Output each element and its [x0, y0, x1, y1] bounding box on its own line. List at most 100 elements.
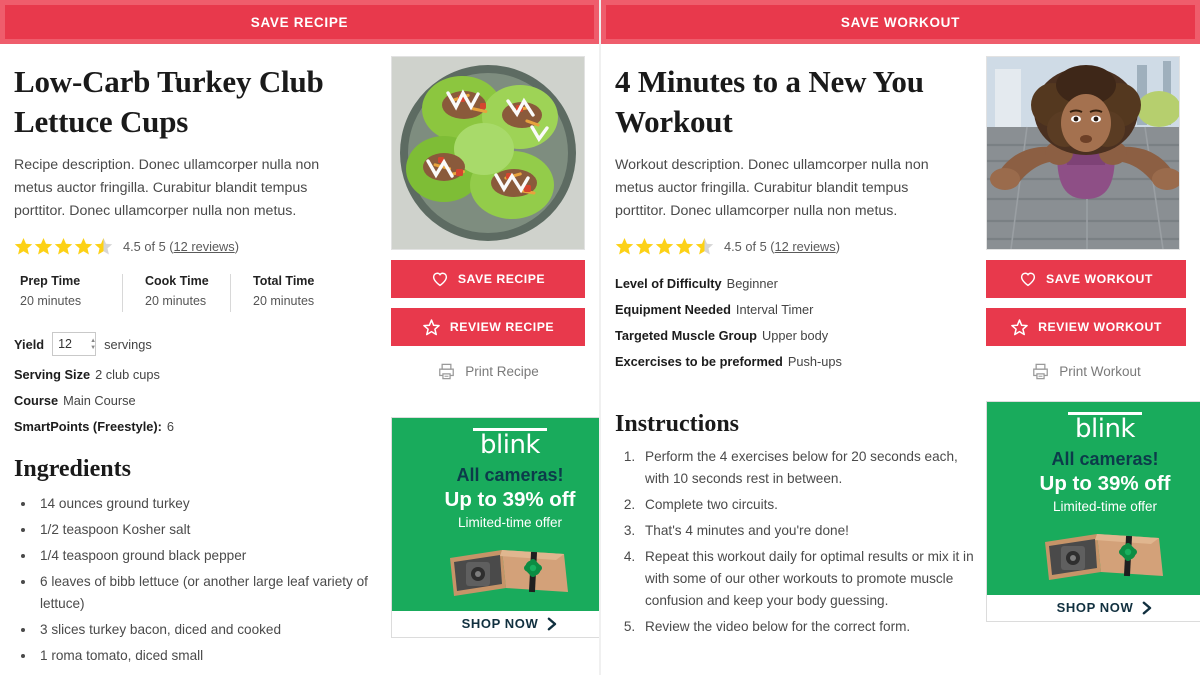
star-rating-icons	[615, 237, 714, 256]
paren-close: )	[234, 239, 239, 255]
prep-time-label: Prep Time	[20, 274, 81, 289]
total-time-value: 20 minutes	[253, 294, 315, 309]
muscle-group-value: Upper body	[761, 328, 829, 344]
ad-content: blink All cameras! Up to 39% off Limited…	[987, 402, 1200, 595]
course-label: Course	[14, 393, 59, 409]
review-recipe-button-label: REVIEW RECIPE	[449, 320, 555, 334]
ad-headline-2: Up to 39% off	[1039, 471, 1171, 495]
stepper-up-icon[interactable]: ▲	[90, 338, 96, 344]
save-recipe-top-bar-label: SAVE RECIPE	[250, 14, 349, 30]
rating-summary: 4.5 of 5 (12 reviews)	[724, 239, 840, 254]
recipe-body: Low-Carb Turkey Club Lettuce Cups Recipe…	[0, 44, 599, 675]
list-item: 2 tablespoons red onion, diced small	[36, 671, 385, 675]
star-rating-icons	[14, 237, 113, 256]
instructions-heading: Instructions	[615, 411, 740, 438]
blink-logo: blink	[473, 428, 547, 460]
course-value: Main Course	[63, 393, 136, 409]
total-time-cell: Total Time 20 minutes	[230, 274, 338, 313]
list-item: 1/2 teaspoon Kosher salt	[36, 519, 385, 541]
print-recipe-link[interactable]: Print Recipe	[391, 362, 585, 381]
smartpoints-label: SmartPoints (Freestyle):	[14, 419, 162, 435]
heart-icon	[1020, 272, 1036, 287]
blink-ad-banner[interactable]: blink All cameras! Up to 39% off Limited…	[391, 417, 599, 638]
chevron-right-icon	[1143, 601, 1152, 615]
cook-time-value: 20 minutes	[145, 294, 207, 309]
ad-shop-now-label: SHOP NOW	[461, 616, 539, 632]
star-icon	[635, 238, 654, 255]
recipe-times: Prep Time 20 minutes Cook Time 20 minute…	[14, 274, 385, 313]
ingredients-heading: Ingredients	[14, 456, 131, 483]
print-workout-link[interactable]: Print Workout	[986, 362, 1186, 381]
rating-summary: 4.5 of 5 (12 reviews)	[123, 239, 239, 254]
star-icon	[54, 238, 73, 255]
review-workout-button[interactable]: REVIEW WORKOUT	[986, 308, 1186, 346]
reviews-link[interactable]: 12 reviews	[775, 239, 836, 254]
workout-hero-image	[986, 56, 1180, 250]
workout-meta-list: Level of Difficulty Beginner Equipment Ne…	[615, 276, 980, 369]
blink-logo: blink	[1068, 412, 1142, 444]
course-row: Course Main Course	[14, 393, 385, 408]
serving-size-value: 2 club cups	[95, 367, 160, 383]
review-recipe-button[interactable]: REVIEW RECIPE	[391, 308, 585, 346]
equipment-value: Interval Timer	[735, 302, 814, 318]
review-workout-button-label: REVIEW WORKOUT	[1038, 320, 1162, 334]
ad-headline-2: Up to 39% off	[444, 487, 576, 511]
save-recipe-top-bar[interactable]: SAVE RECIPE	[0, 0, 599, 44]
printer-icon	[1033, 363, 1049, 380]
recipe-main-column: Low-Carb Turkey Club Lettuce Cups Recipe…	[14, 44, 385, 675]
list-item: Perform the 4 exercises below for 20 sec…	[639, 446, 980, 490]
star-icon	[34, 238, 53, 255]
ad-product-image	[444, 535, 576, 607]
star-icon	[655, 238, 674, 255]
workout-side-column: SAVE WORKOUT REVIEW WORKOUT Print Workou…	[980, 44, 1200, 642]
save-recipe-button[interactable]: SAVE RECIPE	[391, 260, 585, 298]
reviews-link[interactable]: 12 reviews	[174, 239, 235, 254]
star-icon	[14, 238, 33, 255]
ad-product-image	[1039, 519, 1171, 591]
stepper-down-icon[interactable]: ▼	[90, 345, 96, 351]
rating-value-text: 4.5 of 5	[724, 239, 767, 255]
blink-logo-text: blink	[1075, 414, 1136, 444]
blink-ad-banner[interactable]: blink All cameras! Up to 39% off Limited…	[986, 401, 1200, 622]
printer-icon	[439, 363, 455, 380]
print-recipe-label: Print Recipe	[465, 364, 539, 379]
prep-time-value: 20 minutes	[20, 294, 82, 309]
star-outline-icon	[1011, 318, 1028, 335]
yield-suffix: servings	[104, 336, 152, 352]
yield-stepper[interactable]: ▲ ▼	[90, 338, 96, 351]
dual-panel-screen: SAVE RECIPE Low-Carb Turkey Club Lettuce…	[0, 0, 1200, 675]
instructions-list: Perform the 4 exercises below for 20 sec…	[615, 446, 980, 638]
save-workout-button[interactable]: SAVE WORKOUT	[986, 260, 1186, 298]
star-icon	[675, 238, 694, 255]
workout-description: Workout description. Donec ullamcorper n…	[615, 157, 929, 220]
save-workout-button-label: SAVE WORKOUT	[1046, 272, 1153, 286]
list-item: Repeat this workout daily for optimal re…	[639, 546, 980, 612]
list-item: That's 4 minutes and you're done!	[639, 520, 980, 542]
heart-icon	[432, 272, 447, 287]
save-recipe-button-label: SAVE RECIPE	[457, 272, 546, 286]
star-outline-icon	[423, 318, 440, 335]
serving-size-label: Serving Size	[14, 367, 91, 383]
list-item: 14 ounces ground turkey	[36, 493, 385, 515]
exercises-value: Push-ups	[787, 354, 842, 370]
save-workout-top-bar[interactable]: SAVE WORKOUT	[601, 0, 1200, 44]
recipe-panel: SAVE RECIPE Low-Carb Turkey Club Lettuce…	[0, 0, 599, 675]
recipe-rating: 4.5 of 5 (12 reviews)	[14, 237, 385, 256]
ad-shop-now-button[interactable]: SHOP NOW	[987, 594, 1200, 621]
difficulty-label: Level of Difficulty	[615, 276, 722, 292]
blink-logo-text: blink	[480, 430, 541, 460]
serving-size-row: Serving Size 2 club cups	[14, 367, 385, 382]
chevron-right-icon	[548, 617, 557, 631]
prep-time-cell: Prep Time 20 minutes	[14, 274, 122, 312]
difficulty-row: Level of Difficulty Beginner	[615, 276, 980, 291]
recipe-description: Recipe description. Donec ullamcorper nu…	[14, 157, 320, 220]
muscle-group-label: Targeted Muscle Group	[615, 328, 757, 344]
star-half-icon	[94, 238, 113, 255]
ad-subline: Limited-time offer	[457, 514, 563, 530]
star-icon	[74, 238, 93, 255]
ad-shop-now-button[interactable]: SHOP NOW	[392, 610, 599, 637]
workout-title: 4 Minutes to a New You Workout	[615, 64, 924, 139]
list-item: 1 roma tomato, diced small	[36, 645, 385, 667]
list-item: Complete two circuits.	[639, 494, 980, 516]
yield-row: Yield ▲ ▼ servings	[14, 332, 385, 357]
